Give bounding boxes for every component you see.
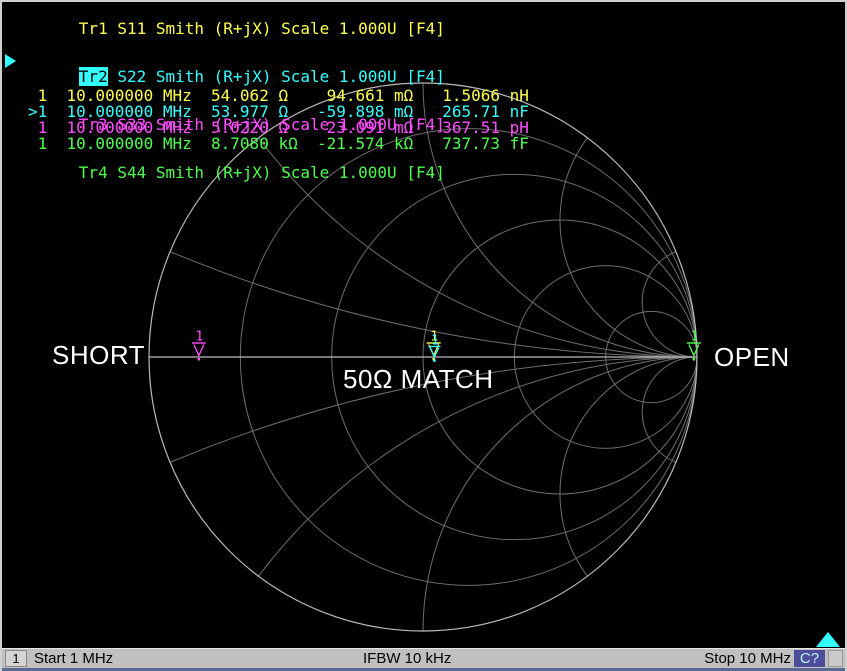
open-label: OPEN xyxy=(714,344,790,370)
ifbw-indicator: IFBW 10 kHz xyxy=(363,650,451,667)
status-end-box xyxy=(828,650,843,667)
channel-indicator: 1 xyxy=(5,650,27,667)
marker-readout-tr4: 1 10.000000 MHz 8.7080 kΩ -21.574 kΩ 737… xyxy=(28,136,529,152)
trace-id[interactable]: Tr4 xyxy=(79,163,108,182)
status-bar: 1 Start 1 MHz IFBW 10 kHz Stop 10 MHz C? xyxy=(2,648,845,668)
marker-readouts: 1 10.000000 MHz 54.062 Ω 94.661 mΩ 1.506… xyxy=(28,88,529,152)
start-frequency: Start 1 MHz xyxy=(34,650,113,667)
trace-descriptor: S11 Smith (R+jX) Scale 1.000U [F4] xyxy=(108,19,445,38)
short-label: SHORT xyxy=(52,342,145,368)
trace-descriptor: S22 Smith (R+jX) Scale 1.000U [F4] xyxy=(108,67,445,86)
trace-row-tr4[interactable]: Tr4 S44 Smith (R+jX) Scale 1.000U [F4] xyxy=(21,149,445,197)
svg-text:1: 1 xyxy=(195,330,203,345)
stop-frequency: Stop 10 MHz xyxy=(704,650,791,667)
correction-status-badge: C? xyxy=(794,650,825,667)
active-trace-pointer-icon xyxy=(5,54,16,68)
svg-text:1: 1 xyxy=(690,330,698,345)
match-label: 50Ω MATCH xyxy=(343,366,494,392)
status-right-group: Stop 10 MHz C? xyxy=(704,650,843,667)
vna-screen: 1 1 1 1 Tr1 S11 Smith (R+jX) Scale 1.000U [… xyxy=(0,0,847,671)
svg-text:1: 1 xyxy=(431,333,439,348)
trace-descriptor: S44 Smith (R+jX) Scale 1.000U [F4] xyxy=(108,163,445,182)
trace-id[interactable]: Tr2 xyxy=(79,67,108,86)
scroll-up-icon[interactable] xyxy=(816,632,840,647)
trace-id[interactable]: Tr1 xyxy=(79,19,108,38)
trace-row-tr1[interactable]: Tr1 S11 Smith (R+jX) Scale 1.000U [F4] xyxy=(21,5,445,53)
